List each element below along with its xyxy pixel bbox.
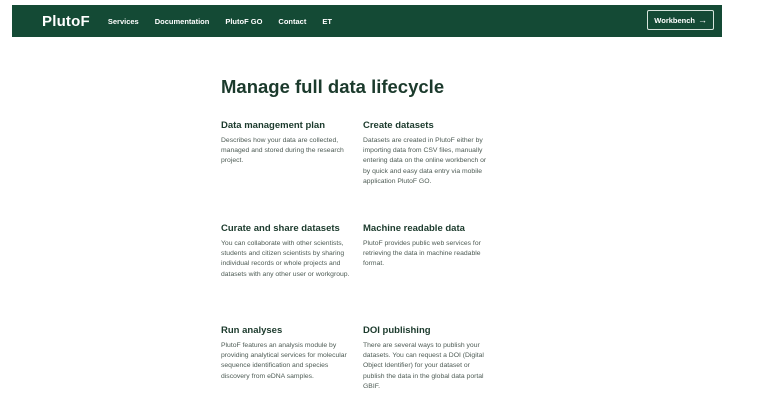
- nav-link-plutof-go[interactable]: PlutoF GO: [225, 17, 262, 26]
- feature-description: Datasets are created in PlutoF either by…: [363, 137, 487, 185]
- feature-description: PlutoF provides public web services for …: [363, 240, 481, 268]
- feature-title: Machine readable data: [363, 223, 465, 234]
- feature-doi-publishing: DOI publishing There are several ways to…: [363, 325, 493, 392]
- main-content: Manage full data lifecycle Data manageme…: [221, 76, 511, 390]
- top-navbar: PlutoF Services Documentation PlutoF GO …: [12, 5, 722, 37]
- page-headline: Manage full data lifecycle: [221, 76, 445, 97]
- main-nav: Services Documentation PlutoF GO Contact…: [108, 17, 348, 26]
- feature-data-management-plan: Data management plan Describes how your …: [221, 120, 351, 167]
- workbench-button-label: Workbench: [654, 15, 695, 25]
- plutof-logo[interactable]: PlutoF: [42, 13, 90, 30]
- feature-description: There are several ways to publish your d…: [363, 342, 484, 390]
- nav-link-services[interactable]: Services: [108, 17, 139, 26]
- arrow-right-icon: →: [698, 15, 707, 25]
- nav-link-documentation[interactable]: Documentation: [155, 17, 210, 26]
- feature-description: Describes how your data are collected, m…: [221, 137, 344, 165]
- feature-title: Run analyses: [221, 325, 283, 336]
- feature-title: Curate and share datasets: [221, 223, 340, 234]
- feature-machine-readable-data: Machine readable data PlutoF provides pu…: [363, 223, 493, 270]
- feature-description: PlutoF features an analysis module by pr…: [221, 342, 347, 380]
- feature-title: DOI publishing: [363, 325, 431, 336]
- nav-link-language-et[interactable]: ET: [322, 17, 332, 26]
- nav-link-contact[interactable]: Contact: [278, 17, 306, 26]
- feature-curate-share-datasets: Curate and share datasets You can collab…: [221, 223, 351, 280]
- page: PlutoF Services Documentation PlutoF GO …: [0, 0, 758, 408]
- workbench-button[interactable]: Workbench →: [647, 10, 714, 30]
- feature-description: You can collaborate with other scientist…: [221, 240, 350, 278]
- feature-create-datasets: Create datasets Datasets are created in …: [363, 120, 493, 187]
- feature-run-analyses: Run analyses PlutoF features an analysis…: [221, 325, 351, 382]
- feature-title: Data management plan: [221, 120, 325, 131]
- feature-title: Create datasets: [363, 120, 434, 131]
